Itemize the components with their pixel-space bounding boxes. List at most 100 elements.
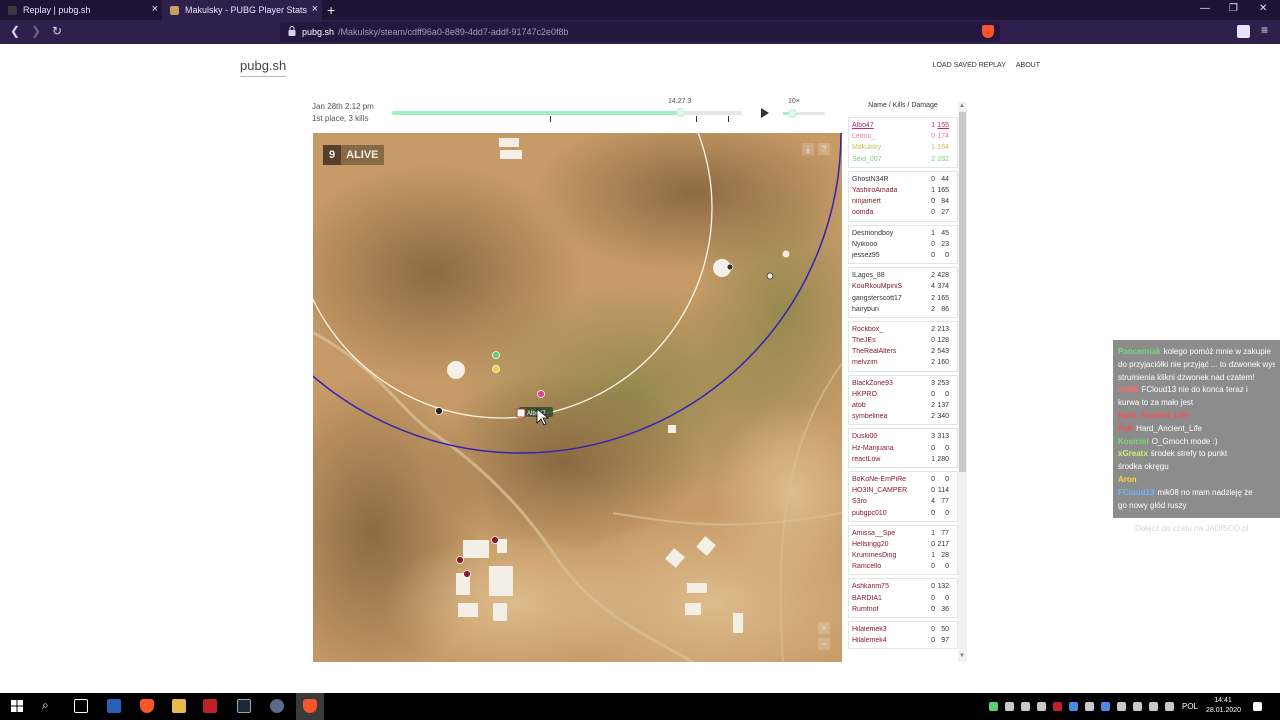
roster-player-row[interactable]: Hilalemek4 0 97 (849, 635, 957, 646)
restore-icon[interactable]: ❐ (1229, 3, 1238, 14)
new-tab-icon[interactable]: + (327, 2, 335, 18)
roster-player-row[interactable]: YashiroAmada 1 165 (849, 185, 957, 196)
player-name[interactable]: ninjamert (849, 198, 921, 205)
player-name[interactable]: Makulsky (849, 144, 921, 151)
speed-slider[interactable] (783, 109, 825, 118)
timeline-event-marker[interactable] (696, 116, 698, 122)
player-name[interactable]: BARDIA1 (849, 595, 921, 602)
save-app-icon[interactable] (107, 699, 121, 713)
roster-player-row[interactable]: BlackZone93 3 253 (849, 378, 957, 389)
player-name[interactable]: Hilalemek4 (849, 637, 921, 644)
roster-player-row[interactable]: HO3IN_CAMPER 0 114 (849, 485, 957, 496)
roster-player-row[interactable]: S3ro 4 77 (849, 496, 957, 507)
roster-player-row[interactable]: BARDIA1 0 0 (849, 593, 957, 604)
reload-icon[interactable]: ↻ (52, 24, 62, 38)
back-icon[interactable]: ❮ (10, 24, 20, 38)
player-marker-enemy[interactable] (782, 250, 790, 258)
player-name[interactable]: Hz-Marijuana (849, 445, 921, 452)
roster-player-row[interactable]: Ramcello 0 0 (849, 561, 957, 572)
player-name[interactable]: BoKoNe-EmPiRe (849, 476, 921, 483)
tray-app-icon[interactable] (1069, 702, 1078, 711)
brave-shield-icon[interactable] (982, 25, 994, 38)
roster-player-row[interactable]: Ledou_ 0 174 (849, 131, 957, 142)
zoom-in-icon[interactable]: + (818, 622, 830, 634)
zoom-out-icon[interactable]: − (818, 638, 830, 650)
tab-makulsky[interactable]: Makulsky - PUBG Player Stats & Replays × (162, 0, 322, 20)
tray-app-icon[interactable] (1085, 702, 1094, 711)
scroll-thumb[interactable] (959, 112, 966, 472)
player-name[interactable]: Amissa__Spe (849, 530, 921, 537)
profile-icon[interactable] (1237, 25, 1250, 38)
roster-player-row[interactable]: Makulsky 1 164 (849, 142, 957, 153)
player-name[interactable]: ILagos_88 (849, 272, 921, 279)
notifications-icon[interactable] (1253, 702, 1262, 711)
battery-icon[interactable] (1117, 702, 1126, 711)
player-marker-enemy[interactable] (726, 263, 734, 271)
player-name[interactable]: Desmondboy (849, 230, 921, 237)
roster-player-row[interactable]: Hz-Marijuana 0 0 (849, 443, 957, 454)
roster-player-row[interactable]: TheJEs 0 128 (849, 335, 957, 346)
roster-player-row[interactable]: hairybun 2 86 (849, 304, 957, 315)
player-name[interactable]: reactLow (849, 456, 921, 463)
player-name[interactable]: Duski00 (849, 433, 921, 440)
roster-player-row[interactable]: Ashkanm75 0 132 (849, 581, 957, 592)
player-name[interactable]: Rumfnof (849, 606, 921, 613)
player-name[interactable]: Ashkanm75 (849, 583, 921, 590)
roster-player-row[interactable]: oomda 0 27 (849, 207, 957, 218)
roster-player-row[interactable]: atob 2 137 (849, 400, 957, 411)
folder-icon[interactable] (172, 699, 186, 713)
player-marker-teammate[interactable] (492, 351, 500, 359)
roster-scrollbar[interactable]: ▲ ▼ (958, 102, 967, 662)
player-name[interactable]: HO3IN_CAMPER (849, 487, 921, 494)
player-marker-teammate[interactable] (492, 365, 500, 373)
player-name[interactable]: S3ro (849, 498, 921, 505)
player-name[interactable]: TheJEs (849, 337, 921, 344)
player-marker-enemy[interactable] (463, 570, 471, 578)
network-icon[interactable] (1133, 702, 1142, 711)
player-marker-teammate[interactable] (537, 390, 545, 398)
player-name[interactable]: YashiroAmada (849, 187, 921, 194)
player-name[interactable]: Ledou_ (849, 133, 921, 140)
timeline-slider[interactable] (392, 108, 742, 122)
clock[interactable]: 14:41 28.01.2020 (1206, 696, 1241, 716)
player-name[interactable]: KrummesDing (849, 552, 921, 559)
tray-app-icon[interactable] (1021, 702, 1030, 711)
player-name[interactable]: HKPRO (849, 391, 921, 398)
stream-app-icon[interactable] (203, 699, 217, 713)
timeline-event-marker[interactable] (728, 116, 729, 122)
roster-player-row[interactable]: HKPRO 0 0 (849, 389, 957, 400)
player-name[interactable]: Nyikooo (849, 241, 921, 248)
roster-player-row[interactable]: ILagos_88 2 428 (849, 270, 957, 281)
roster-player-row[interactable]: KouRkouMpiniS 4 374 (849, 281, 957, 292)
roster-player-row[interactable]: symbelinea 2 340 (849, 411, 957, 422)
player-name[interactable]: Hellsingg20 (849, 541, 921, 548)
roster-player-row[interactable]: pubgpc010 0 0 (849, 507, 957, 518)
player-roster[interactable]: Albo47 1 155 Ledou_ 0 174 Makulsky 1 164 Seid_007… (848, 117, 958, 662)
player-marker-enemy[interactable] (435, 407, 443, 415)
brave-icon[interactable] (140, 699, 154, 713)
roster-player-row[interactable]: melvzim 2 160 (849, 357, 957, 368)
close-tab-icon[interactable]: × (152, 3, 158, 15)
player-name[interactable]: oomda (849, 209, 921, 216)
roster-player-row[interactable]: Seid_007 2 282 (849, 154, 957, 165)
obs-icon[interactable] (270, 699, 284, 713)
scroll-down-icon[interactable]: ▼ (959, 653, 965, 659)
player-name[interactable]: GhostN34R (849, 176, 921, 183)
player-name[interactable]: hairybun (849, 306, 921, 313)
roster-player-row[interactable]: Amissa__Spe 1 77 (849, 528, 957, 539)
steam-icon[interactable] (237, 699, 251, 713)
player-name[interactable]: KouRkouMpiniS (849, 283, 921, 290)
roster-player-row[interactable]: Hilalemek3 0 50 (849, 624, 957, 635)
task-view-icon[interactable] (74, 699, 88, 713)
roster-player-row[interactable]: Rockbox_ 2 213 (849, 324, 957, 335)
roster-player-row[interactable]: gangsterscott17 2 165 (849, 292, 957, 303)
player-name[interactable]: symbelinea (849, 413, 921, 420)
timeline-handle[interactable] (676, 108, 686, 117)
close-window-icon[interactable]: ✕ (1259, 3, 1267, 14)
roster-player-row[interactable]: BoKoNe-EmPiRe 0 0 (849, 474, 957, 485)
play-icon[interactable] (761, 108, 769, 118)
timeline-event-marker[interactable] (550, 116, 552, 122)
url-field[interactable]: pubg.sh /Makulsky/steam/cdff96a0-8e89-4d… (280, 22, 1000, 42)
speed-handle[interactable] (788, 109, 798, 118)
player-name[interactable]: jessez95 (849, 252, 921, 259)
